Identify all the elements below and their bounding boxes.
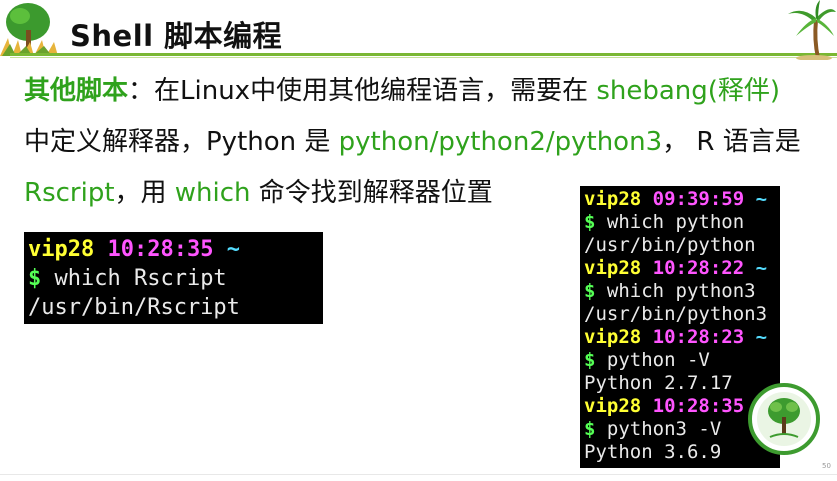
output-text: /usr/bin/python3 <box>584 303 768 325</box>
prompt-dollar: $ <box>28 266 42 291</box>
output-text: /usr/bin/Rscript <box>28 295 240 320</box>
terminal-line-prompt: vip28 10:28:35 ~ <box>28 235 323 264</box>
page-number: 50 <box>822 462 831 470</box>
terminal-line-cmd: $ python -V <box>584 349 780 372</box>
terminal-line-out: /usr/bin/python <box>584 234 780 257</box>
title-divider-light <box>10 57 837 58</box>
prompt-time: 10:28:22 <box>652 257 745 279</box>
terminal-line-prompt: vip28 10:28:23 ~ <box>584 326 780 349</box>
text-segment: ， R 语言是 <box>662 127 801 157</box>
tree-and-grass-icon <box>0 3 58 56</box>
prompt-dollar: $ <box>584 280 596 302</box>
command-text: python -V <box>595 349 710 371</box>
output-text: Python 2.7.17 <box>584 372 733 394</box>
prompt-time: 10:28:35 <box>652 395 745 417</box>
which-term: which <box>174 178 251 208</box>
prompt-tilde: ~ <box>755 188 768 210</box>
prompt-user: vip28 <box>584 326 642 348</box>
command-text: which python3 <box>595 280 756 302</box>
python-names: python/python2/python3 <box>338 127 663 157</box>
output-text: Python 3.6.9 <box>584 441 722 463</box>
text-segment: ，用 <box>114 178 175 208</box>
palm-tree-icon <box>788 0 836 60</box>
prompt-user: vip28 <box>584 188 642 210</box>
prompt-tilde: ~ <box>226 237 240 262</box>
prompt-user: vip28 <box>584 257 642 279</box>
terminal-line-cmd: $ which Rscript <box>28 264 323 293</box>
prompt-time: 10:28:23 <box>652 326 745 348</box>
terminal-line-prompt: vip28 09:39:59 ~ <box>584 188 780 211</box>
prompt-dollar: $ <box>584 418 596 440</box>
title-divider <box>10 53 837 56</box>
command-text: python3 -V <box>595 418 722 440</box>
terminal-rscript: vip28 10:28:35 ~ $ which Rscript/usr/bin/… <box>24 232 323 324</box>
terminal-line-prompt: vip28 10:28:22 ~ <box>584 257 780 280</box>
text-segment: 命令找到解释器位置 <box>250 178 493 208</box>
prompt-dollar: $ <box>584 349 596 371</box>
prompt-user: vip28 <box>28 237 95 262</box>
prompt-tilde: ~ <box>755 326 768 348</box>
terminal-line-cmd: $ which python <box>584 211 780 234</box>
prompt-user: vip28 <box>584 395 642 417</box>
prompt-tilde: ~ <box>755 257 768 279</box>
text-segment: 中定义解释器，Python 是 <box>24 127 339 157</box>
rscript-term: Rscript <box>24 178 115 208</box>
command-text: which Rscript <box>41 266 227 291</box>
text-segment: ：在Linux中使用其他编程语言，需要在 <box>128 76 597 106</box>
bottom-divider <box>0 474 837 475</box>
terminal-line-out: /usr/bin/Rscript <box>28 293 323 322</box>
prompt-time: 10:28:35 <box>107 237 214 262</box>
lead-label: 其他脚本 <box>24 76 129 106</box>
tree-seal-badge-icon <box>748 383 820 455</box>
terminal-line-out: /usr/bin/python3 <box>584 303 780 326</box>
prompt-dollar: $ <box>584 211 596 233</box>
command-text: which python <box>595 211 745 233</box>
output-text: /usr/bin/python <box>584 234 756 256</box>
shebang-term: shebang(释伴) <box>596 76 781 106</box>
prompt-time: 09:39:59 <box>652 188 745 210</box>
slide-title: Shell 脚本编程 <box>70 19 283 53</box>
terminal-line-cmd: $ which python3 <box>584 280 780 303</box>
